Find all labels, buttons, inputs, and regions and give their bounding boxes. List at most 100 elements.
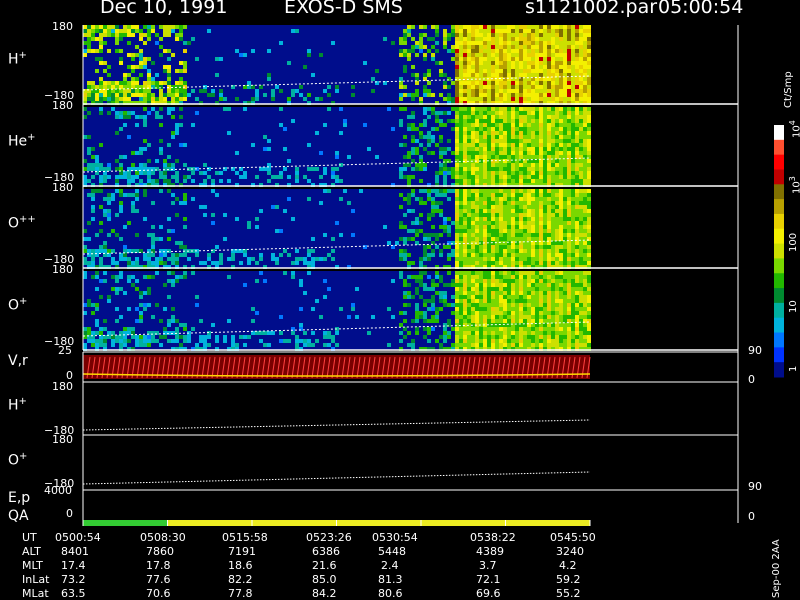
colorbar-tick-exponent: 3 [788,176,797,182]
date-title: Dec 10, 1991 [100,0,228,18]
vr-label: V,r [8,353,28,369]
colorbar-swatch-1 [774,139,784,156]
table-cell: 73.2 [61,573,86,586]
table-cell: 17.4 [61,559,86,572]
o-line-top-tick: 180 [52,433,73,446]
colorbar-swatch-6 [774,213,784,230]
table-cell: 0508:30 [140,531,186,544]
colorbar-swatch-13 [774,317,784,334]
table-cell: 4.2 [559,559,577,572]
colorbar-swatch-2 [774,154,784,170]
table-row-label: UT [22,531,37,544]
table-cell: 55.2 [556,587,581,600]
colorbar-swatch-10 [774,273,784,289]
table-row-label: InLat [22,573,50,586]
table-cell: 77.6 [146,573,171,586]
qa-segment-1 [167,520,590,526]
table-cell: 82.2 [228,573,253,586]
colorbar-swatch-5 [774,199,784,215]
table-cell: 0515:58 [222,531,268,544]
table-row-label: MLT [22,559,43,572]
table-cell: 3.7 [479,559,497,572]
colorbar-tick-base: 10 [791,125,800,138]
o-plus-plus-top-tick: 180 [52,181,73,194]
vr-right-bottom-tick: 0 [748,373,755,386]
o-line-trace [82,471,591,485]
colorbar-swatch-8 [774,243,784,259]
table-cell: 5448 [378,545,406,558]
colorbar-tick-0: 1 [788,366,799,372]
table-cell: 81.3 [378,573,403,586]
file-name: s1121002.par [525,0,658,18]
table-cell: 70.6 [146,587,171,600]
table-cell: 69.6 [476,587,501,600]
table-cell: 84.2 [312,587,337,600]
colorbar-swatch-0 [774,125,784,141]
colorbar-tick-base: 10 [788,300,799,313]
colorbar-swatch-7 [774,228,784,245]
colorbar-swatch-12 [774,302,784,319]
colorbar-tick-exponent: 4 [788,120,797,126]
plot-canvas [82,25,784,526]
colorbar-units: Ct/Smp [783,71,794,108]
table-cell: 0545:50 [550,531,596,544]
table-cell: 0500:54 [55,531,101,544]
table-cell: 0538:22 [470,531,516,544]
table-cell: 3240 [556,545,584,558]
colorbar-swatch-11 [774,288,784,304]
table-cell: 80.6 [378,587,403,600]
table-cell: 7191 [228,545,256,558]
ep-left-top-tick: 4000 [44,484,72,497]
spectrogram-2 [83,189,591,269]
colorbar-tick-2: 100 [788,233,799,252]
spectrogram-1 [83,107,591,187]
panel-label-o-plus: O+ [8,296,28,314]
colorbar-swatch-16 [774,362,784,378]
table-row-label: ALT [22,545,41,558]
table-cell: 17.8 [146,559,171,572]
table-cell: 0530:54 [372,531,418,544]
table-cell: 77.8 [228,587,253,600]
table-cell: 0523:26 [306,531,352,544]
mission-title: EXOS-D SMS [284,0,403,18]
panel-label-h-plus: H+ [8,50,27,68]
header-time: 05:00:54 [658,0,744,18]
colorbar-tick-base: 10 [791,181,800,194]
colorbar-tick-4: 104 [788,120,800,138]
colorbar-swatch-14 [774,332,784,348]
table-cell: 85.0 [312,573,337,586]
panel-label-he-plus: He+ [8,132,36,150]
colorbar-swatch-3 [774,169,784,185]
colorbar-swatch-4 [774,184,784,200]
colorbar-tick-base: 100 [788,232,799,252]
table-cell: 59.2 [556,573,581,586]
he-plus-top-tick: 180 [52,99,73,112]
colorbar-swatch-15 [774,347,784,363]
ep-right-top-tick: 90 [748,480,762,493]
table-row-label: MLat [22,587,49,600]
table-cell: 6386 [312,545,340,558]
table-cell: 7860 [146,545,174,558]
colorbar-tick-1: 10 [788,300,799,313]
table-cell: 8401 [61,545,89,558]
colorbar-tick-base: 1 [788,365,799,372]
colorbar-swatch-9 [774,258,784,274]
footer-label: Sep-00 2AA [771,539,782,598]
panel-label-o-plus-plus: O++ [8,214,36,232]
spectrogram-0 [83,25,591,105]
qa-segment-0 [83,520,168,526]
h-line-top-tick: 180 [52,380,73,393]
table-cell: 21.6 [312,559,337,572]
ep-left-bottom-tick: 0 [66,507,73,520]
h-line-label: H+ [8,396,27,414]
table-cell: 4389 [476,545,504,558]
colorbar-tick-3: 103 [788,176,800,194]
table-cell: 63.5 [61,587,86,600]
h-plus-top-tick: 180 [52,20,73,33]
ep-label: E,p [8,490,31,506]
exos-d-sms-plot: Dec 10, 1991 EXOS-D SMS s1121002.par 05:… [0,0,800,600]
ep-right-bottom-tick: 0 [748,510,755,523]
h-line-trace [82,419,591,431]
table-cell: 2.4 [381,559,399,572]
spectrogram-3 [83,271,591,351]
